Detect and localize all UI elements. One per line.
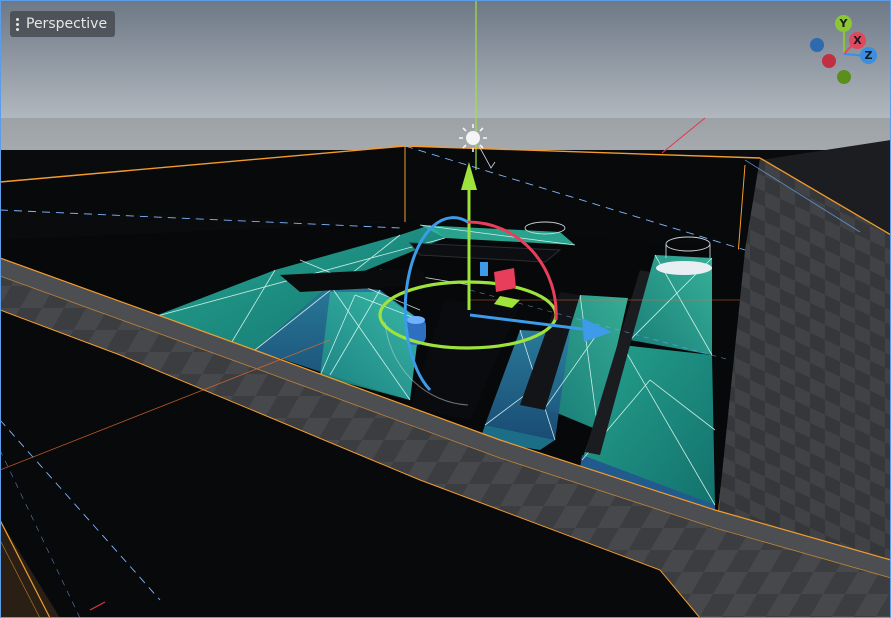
- axis-y-button[interactable]: Y: [835, 15, 852, 32]
- axis-neg-x-dot[interactable]: [822, 54, 836, 68]
- axis-z-label: Z: [864, 49, 873, 62]
- axis-x-button[interactable]: X: [849, 32, 866, 49]
- disc-prop[interactable]: [656, 261, 712, 275]
- axis-neg-y-dot[interactable]: [837, 70, 851, 84]
- kebab-menu-icon: [16, 17, 19, 31]
- view-menu-button[interactable]: Perspective: [10, 11, 116, 37]
- view-menu-label: Perspective: [26, 16, 108, 32]
- scene-canvas[interactable]: [0, 0, 891, 618]
- axis-orientation-gizmo[interactable]: Y X Z: [804, 14, 880, 88]
- 3d-viewport[interactable]: Perspective Y X Z: [0, 0, 891, 618]
- axis-z-button[interactable]: Z: [860, 47, 877, 64]
- axis-neg-z-dot[interactable]: [810, 38, 824, 52]
- axis-x-label: X: [853, 34, 862, 47]
- axis-y-label: Y: [839, 17, 848, 30]
